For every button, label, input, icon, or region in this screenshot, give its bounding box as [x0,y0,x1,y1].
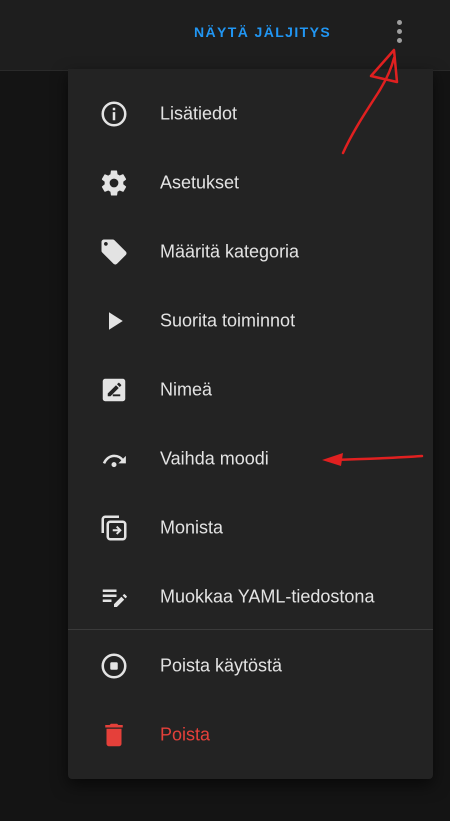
menu-item-edit-yaml[interactable]: Muokkaa YAML-tiedostona [68,562,433,631]
trash-icon [99,720,129,750]
top-app-bar: NÄYTÄ JÄLJITYS [0,0,450,71]
duplicate-icon [99,513,129,543]
menu-item-change-mode[interactable]: Vaihda moodi [68,424,433,493]
kebab-dot [397,20,402,25]
rename-icon [99,375,129,405]
gear-icon [99,168,129,198]
menu-item-settings[interactable]: Asetukset [68,148,433,217]
menu-item-rename[interactable]: Nimeä [68,355,433,424]
kebab-dot [397,38,402,43]
show-trace-button[interactable]: NÄYTÄ JÄLJITYS [190,18,335,46]
menu-item-label: Lisätiedot [160,103,238,123]
menu-item-label: Määritä kategoria [160,241,300,261]
menu-item-label: Muokkaa YAML-tiedostona [160,586,375,606]
more-vertical-icon[interactable] [382,12,418,52]
overflow-menu: Lisätiedot Asetukset Määritä kategoria S… [68,69,433,779]
menu-item-label: Poista [160,724,211,744]
menu-item-label: Suorita toiminnot [160,310,296,330]
menu-item-disable[interactable]: Poista käytöstä [68,631,433,700]
menu-item-info[interactable]: Lisätiedot [68,79,433,148]
menu-item-run-actions[interactable]: Suorita toiminnot [68,286,433,355]
menu-item-category[interactable]: Määritä kategoria [68,217,433,286]
menu-item-label: Poista käytöstä [160,655,283,675]
menu-divider [68,629,433,630]
menu-item-label: Nimeä [160,379,213,399]
info-icon [99,99,129,129]
edit-list-icon [99,582,129,612]
redo-icon [99,444,129,474]
menu-item-label: Asetukset [160,172,240,192]
menu-item-delete[interactable]: Poista [68,700,433,769]
menu-item-label: Monista [160,517,224,537]
tag-icon [99,237,129,267]
menu-item-duplicate[interactable]: Monista [68,493,433,562]
play-icon [99,306,129,336]
stop-circle-icon [99,651,129,681]
menu-item-label: Vaihda moodi [160,448,269,468]
kebab-dot [397,29,402,34]
